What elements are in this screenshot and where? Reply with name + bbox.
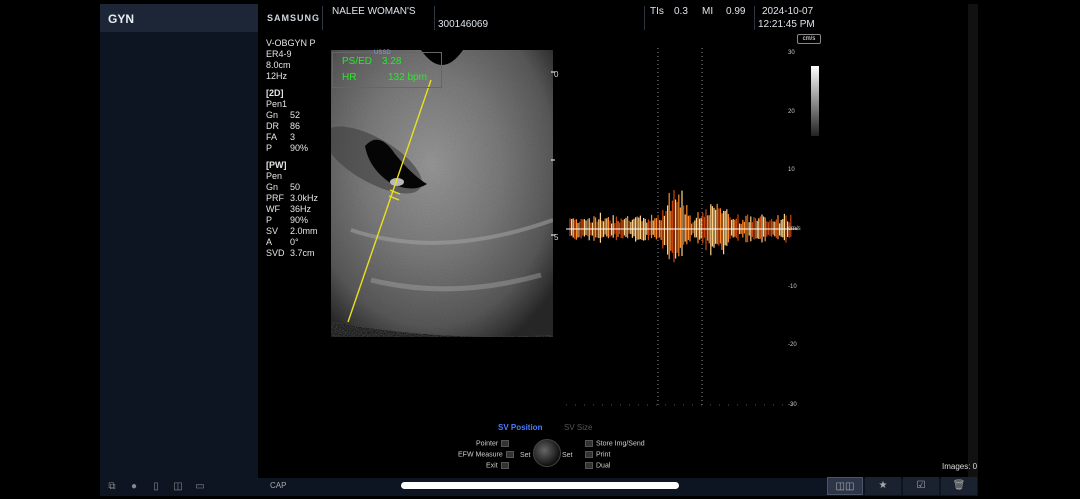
images-count: Images: 0 [942,462,978,471]
sv-size-tab[interactable]: SV Size [564,423,592,432]
param-row: DR 86 [266,121,301,131]
dual-layout-button[interactable]: ◫◫ [827,477,863,495]
home-indicator[interactable] [401,482,679,489]
header-divider [434,6,435,30]
measure-sublabel: USSD [374,50,391,56]
key-icon [501,440,510,447]
probe-name: ER4-9 [266,49,292,59]
depth-value: 8.0cm [266,60,291,70]
check-button[interactable]: ☑ [903,477,939,495]
section-2d: [2D] [266,88,284,98]
param-row: P 90% [266,143,309,153]
frame-rate: 12Hz [266,71,288,81]
unit-toggle-icon[interactable]: cm/s [797,34,821,44]
param-row: A 0° [266,237,299,247]
probe-icon[interactable]: ◫ [172,481,184,493]
check-icon: ☑ [916,480,926,491]
param-row: SV 2.0mm [266,226,318,236]
pen-pw: Pen [266,171,283,181]
scale-label: -30 [788,402,797,408]
spectral-doppler-display[interactable] [560,48,800,413]
param-row: WF 36Hz [266,204,312,214]
dual-control[interactable]: Dual [582,462,610,469]
header-divider [754,6,755,30]
layout-icon: ◫◫ [835,481,855,492]
header-divider [644,6,645,30]
scale-label: 30 [788,50,795,56]
brand-logo: SAMSUNG [267,13,321,23]
right-scrollbar[interactable] [968,4,978,478]
tis-value: 0.3 [674,6,688,17]
key-icon [585,462,593,469]
scale-label: 10 [788,167,795,173]
record-icon[interactable]: ● [128,481,140,493]
copy-icon[interactable]: ⧉ [106,481,118,493]
grayscale-bar [811,66,819,136]
sv-position-tab[interactable]: SV Position [498,423,542,432]
key-icon [505,451,514,458]
pen-2d: Pen1 [266,99,288,109]
pointer-control[interactable]: Pointer [476,440,512,447]
preset-name: V-OBGYN P [266,38,316,48]
key-icon [500,462,509,469]
section-pw: [PW] [266,160,287,170]
mi-value: 0.99 [726,6,746,17]
monitor-icon[interactable]: ▭ [194,481,206,493]
exam-date: 2024-10-07 [762,6,814,17]
param-row: FA 3 [266,132,296,142]
set-left-button[interactable]: Set [520,452,531,459]
param-row: SVD 3.7cm [266,248,315,258]
exam-time: 12:21:45 PM [758,19,815,30]
efw-measure-control[interactable]: EFW Measure [458,451,517,458]
capture-label[interactable]: CAP [270,481,286,490]
favorite-button[interactable]: ★ [865,477,901,495]
hr-value: 132 bpm [388,72,427,83]
set-right-button[interactable]: Set [562,452,573,459]
scale-label: cm/s [788,226,801,232]
ultrasound-image[interactable] [331,50,553,340]
header-bar: SAMSUNG NALEE WOMAN'S 300146069 TIs 0.3 … [258,4,968,34]
exam-type-title: GYN [108,12,135,26]
delete-button[interactable]: 🗑 [941,477,977,495]
param-row: PRF 3.0kHz [266,193,319,203]
ps-ed-label: PS/ED [342,56,373,67]
param-row: Gn 52 [266,110,301,120]
velocity-scale: 30 20 10 cm/s -10 -20 -30 [788,48,808,413]
hr-label: HR [342,72,357,83]
left-panel: GYN [100,4,258,478]
hospital-name: NALEE WOMAN'S [332,6,416,17]
imaging-parameters: V-OBGYN P ER4-9 8.0cm 12Hz [2D] Pen1 Gn 5… [266,38,318,259]
exit-control[interactable]: Exit [486,462,512,469]
trackball-controls: SV Position SV Size Pointer EFW Measure … [440,420,700,472]
doppler-waveform [569,190,792,263]
mi-label: MI [702,6,714,17]
print-control[interactable]: Print [582,451,610,458]
header-divider [322,6,323,30]
file-icon[interactable]: ▯ [150,481,162,493]
trash-icon: 🗑 [952,480,966,491]
store-control[interactable]: Store Img/Send [582,440,645,447]
scale-label: 20 [788,109,795,115]
param-row: Gn 50 [266,182,301,192]
patient-id: 300146069 [438,19,489,30]
depth-ruler [551,71,555,236]
tissue-sector [331,50,553,337]
key-icon [585,440,593,447]
key-icon [585,451,593,458]
ps-ed-value: 3.28 [382,56,402,67]
star-icon: ★ [878,480,888,491]
tis-label: TIs [650,6,664,17]
trackball-icon[interactable] [533,439,561,467]
scale-label: -20 [788,342,797,348]
scale-label: -10 [788,284,797,290]
param-row: P 90% [266,215,309,225]
